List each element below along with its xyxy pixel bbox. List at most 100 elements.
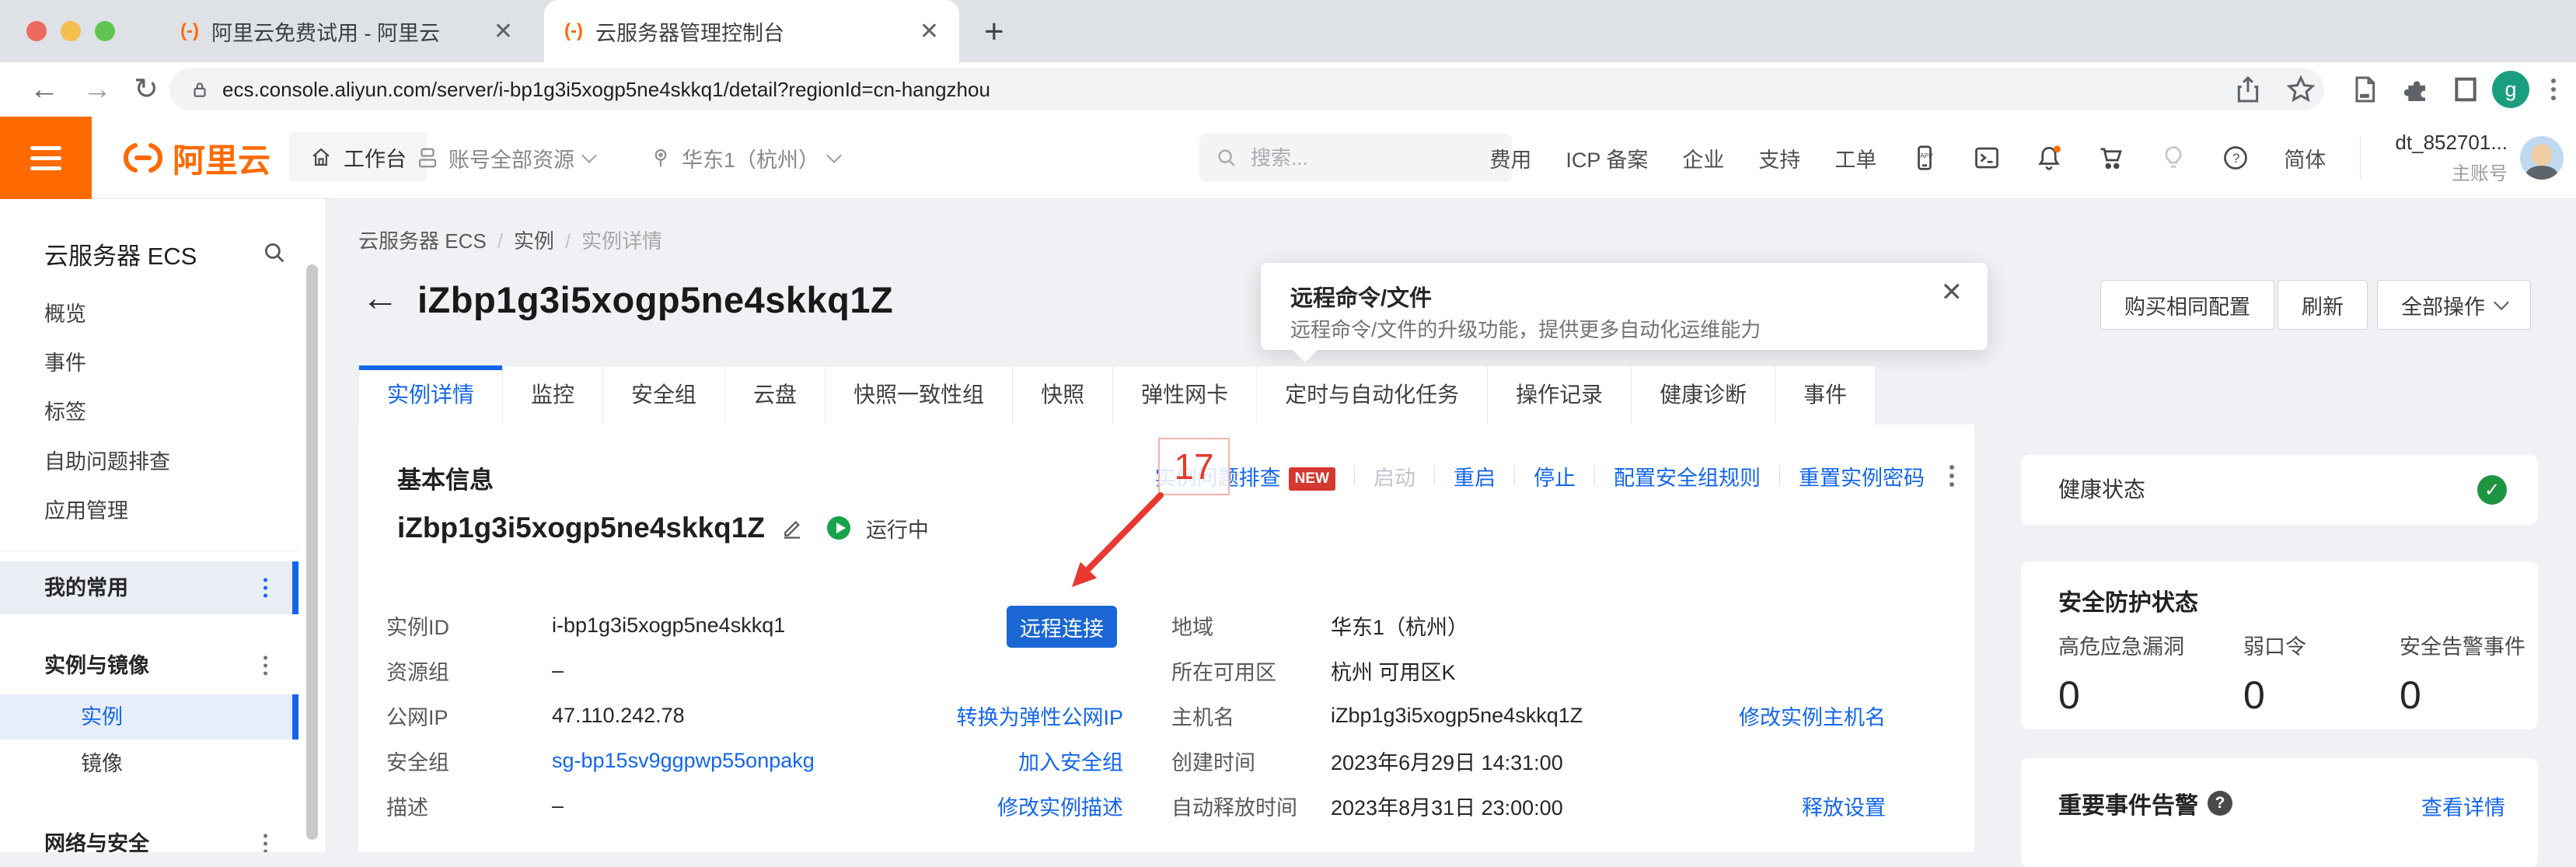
more-options-icon[interactable]	[264, 834, 267, 853]
more-actions-icon[interactable]	[1949, 465, 1954, 487]
stat-value: 0	[2058, 673, 2184, 718]
nav-link-enterprise[interactable]: 企业	[1682, 143, 1724, 173]
tab-disks[interactable]: 云盘	[725, 365, 826, 425]
sidepanel-page-icon[interactable]	[2349, 74, 2380, 105]
reset-password-link[interactable]: 重置实例密码	[1799, 461, 1925, 491]
console-top-nav: 阿里云 工作台 账号全部资源 华东1（杭州） 费用 ICP 备案 企业 支持 工…	[0, 117, 2576, 199]
browser-tab-free-trial[interactable]: (-) 阿里云免费试用 - 阿里云 ✕	[160, 0, 533, 62]
sidebar-item-images[interactable]: 镜像	[0, 741, 298, 786]
important-events-card: 重要事件告警 ? 查看详情	[2021, 758, 2538, 867]
breadcrumb-instances[interactable]: 实例	[514, 229, 554, 253]
tab-close-icon[interactable]: ✕	[494, 18, 513, 45]
account-avatar[interactable]	[2520, 136, 2564, 180]
remote-connect-button[interactable]: 远程连接	[1007, 606, 1117, 648]
restart-link[interactable]: 重启	[1454, 461, 1496, 491]
tab-snapshots[interactable]: 快照	[1013, 365, 1113, 425]
sidebar-group-my-favorites[interactable]: 我的常用	[0, 561, 298, 614]
account-menu[interactable]: dt_852701... 主账号	[2395, 131, 2564, 185]
field-label: 自动释放时间	[1171, 791, 1331, 821]
window-minimize-button[interactable]	[61, 21, 81, 41]
new-tab-icon[interactable]: +	[984, 12, 1004, 51]
breadcrumb-ecs[interactable]: 云服务器 ECS	[358, 229, 487, 253]
account-resources-label: 账号全部资源	[449, 143, 574, 173]
tab-events[interactable]: 事件	[1775, 365, 1876, 425]
sidebar-item-self-troubleshoot[interactable]: 自助问题排查	[0, 439, 298, 484]
cloudshell-terminal-icon[interactable]	[1973, 144, 2001, 172]
nav-link-icp[interactable]: ICP 备案	[1565, 143, 1648, 173]
sidebar-search-icon[interactable]	[261, 239, 288, 266]
more-options-icon[interactable]	[264, 656, 267, 676]
console-search[interactable]	[1199, 134, 1512, 182]
tab-health-diagnosis[interactable]: 健康诊断	[1632, 365, 1775, 425]
tab-security-groups[interactable]: 安全组	[603, 365, 725, 425]
sidebar-item-app-management[interactable]: 应用管理	[0, 488, 298, 533]
security-group-link[interactable]: sg-bp15sv9ggpwp55onpakg	[552, 749, 815, 773]
configure-sg-rules-link[interactable]: 配置安全组规则	[1614, 461, 1761, 491]
release-settings-link[interactable]: 释放设置	[1802, 791, 1886, 821]
reload-icon[interactable]: ↻	[134, 72, 159, 107]
sidebar-item-overview[interactable]: 概览	[0, 292, 298, 337]
sidebar-item-tags[interactable]: 标签	[0, 390, 298, 435]
tab-snapshot-consistency-groups[interactable]: 快照一致性组	[826, 365, 1013, 425]
mobile-app-icon[interactable]: APP	[1911, 144, 1939, 172]
tab-operation-records[interactable]: 操作记录	[1488, 365, 1632, 425]
help-question-icon[interactable]: ?	[2222, 144, 2250, 172]
tab-scheduled-tasks[interactable]: 定时与自动化任务	[1257, 365, 1488, 425]
account-id: dt_852701...	[2395, 131, 2508, 155]
account-resources-selector[interactable]: 账号全部资源	[416, 117, 595, 199]
sidebar-group-network-security[interactable]: 网络与安全	[0, 817, 298, 852]
sidebar-item-instances[interactable]: 实例	[0, 694, 298, 739]
region-selector[interactable]: 华东1（杭州）	[649, 117, 839, 199]
browser-tab-ecs-console[interactable]: (-) 云服务器管理控制台 ✕	[544, 0, 959, 62]
console-search-input[interactable]	[1249, 145, 1485, 171]
sidebar-item-events[interactable]: 事件	[0, 341, 298, 386]
nav-link-billing[interactable]: 费用	[1489, 143, 1531, 173]
forward-icon[interactable]: →	[82, 72, 112, 107]
back-icon[interactable]: ←	[30, 72, 59, 107]
window-zoom-button[interactable]	[95, 21, 115, 41]
extensions-puzzle-icon[interactable]	[2402, 74, 2433, 105]
buy-same-config-button[interactable]: 购买相同配置	[2100, 280, 2274, 330]
nav-link-tickets[interactable]: 工单	[1834, 143, 1876, 173]
window-close-button[interactable]	[26, 21, 47, 41]
cart-icon[interactable]	[2097, 144, 2125, 172]
sidebar-group-label: 我的常用	[44, 576, 128, 600]
field-value: i-bp1g3i5xogp5ne4skkq1	[552, 614, 785, 638]
share-icon[interactable]	[2232, 74, 2264, 105]
help-question-icon[interactable]: ?	[2208, 791, 2232, 816]
tab-search-square-icon[interactable]	[2450, 74, 2481, 105]
view-details-link[interactable]: 查看详情	[2421, 791, 2505, 821]
field-row-description: 描述 – 修改实例描述	[386, 783, 1123, 828]
join-security-group-link[interactable]: 加入安全组	[1018, 746, 1123, 776]
refresh-button[interactable]: 刷新	[2278, 280, 2368, 330]
browser-menu-icon[interactable]	[2551, 79, 2556, 100]
address-bar[interactable]: ecs.console.aliyun.com/server/i-bp1g3i5x…	[169, 68, 2324, 110]
workbench-button[interactable]: 工作台	[289, 132, 427, 182]
tab-enis[interactable]: 弹性网卡	[1113, 365, 1257, 425]
nav-link-support[interactable]: 支持	[1758, 143, 1800, 173]
tab-instance-details[interactable]: 实例详情	[358, 365, 503, 425]
field-value: –	[552, 659, 564, 683]
lightbulb-icon[interactable]	[2159, 144, 2187, 172]
convert-to-eip-link[interactable]: 转换为弹性公网IP	[956, 701, 1123, 731]
sidebar-group-instances-images[interactable]: 实例与镜像	[0, 639, 298, 692]
products-menu-icon[interactable]	[0, 117, 92, 199]
bookmark-star-icon[interactable]	[2285, 74, 2316, 105]
modify-description-link[interactable]: 修改实例描述	[997, 791, 1123, 821]
browser-profile-avatar[interactable]: g	[2492, 71, 2529, 108]
edit-name-pencil-icon[interactable]	[780, 516, 804, 540]
tab-monitoring[interactable]: 监控	[503, 365, 603, 425]
modify-hostname-link[interactable]: 修改实例主机名	[1739, 701, 1886, 731]
tooltip-close-icon[interactable]: ✕	[1941, 277, 1963, 308]
all-operations-button[interactable]: 全部操作	[2377, 280, 2531, 330]
language-toggle[interactable]: 简体	[2284, 143, 2326, 173]
start-link: 启动	[1374, 461, 1415, 491]
back-arrow-icon[interactable]: ←	[361, 277, 399, 320]
tab-close-icon[interactable]: ✕	[920, 18, 939, 45]
sidebar-scrollbar[interactable]	[306, 264, 318, 840]
stat-value: 0	[2400, 673, 2525, 718]
more-options-icon[interactable]	[264, 579, 267, 598]
notifications-bell-icon[interactable]	[2035, 144, 2063, 172]
stop-link[interactable]: 停止	[1534, 461, 1576, 491]
aliyun-logo[interactable]: 阿里云	[121, 117, 271, 199]
